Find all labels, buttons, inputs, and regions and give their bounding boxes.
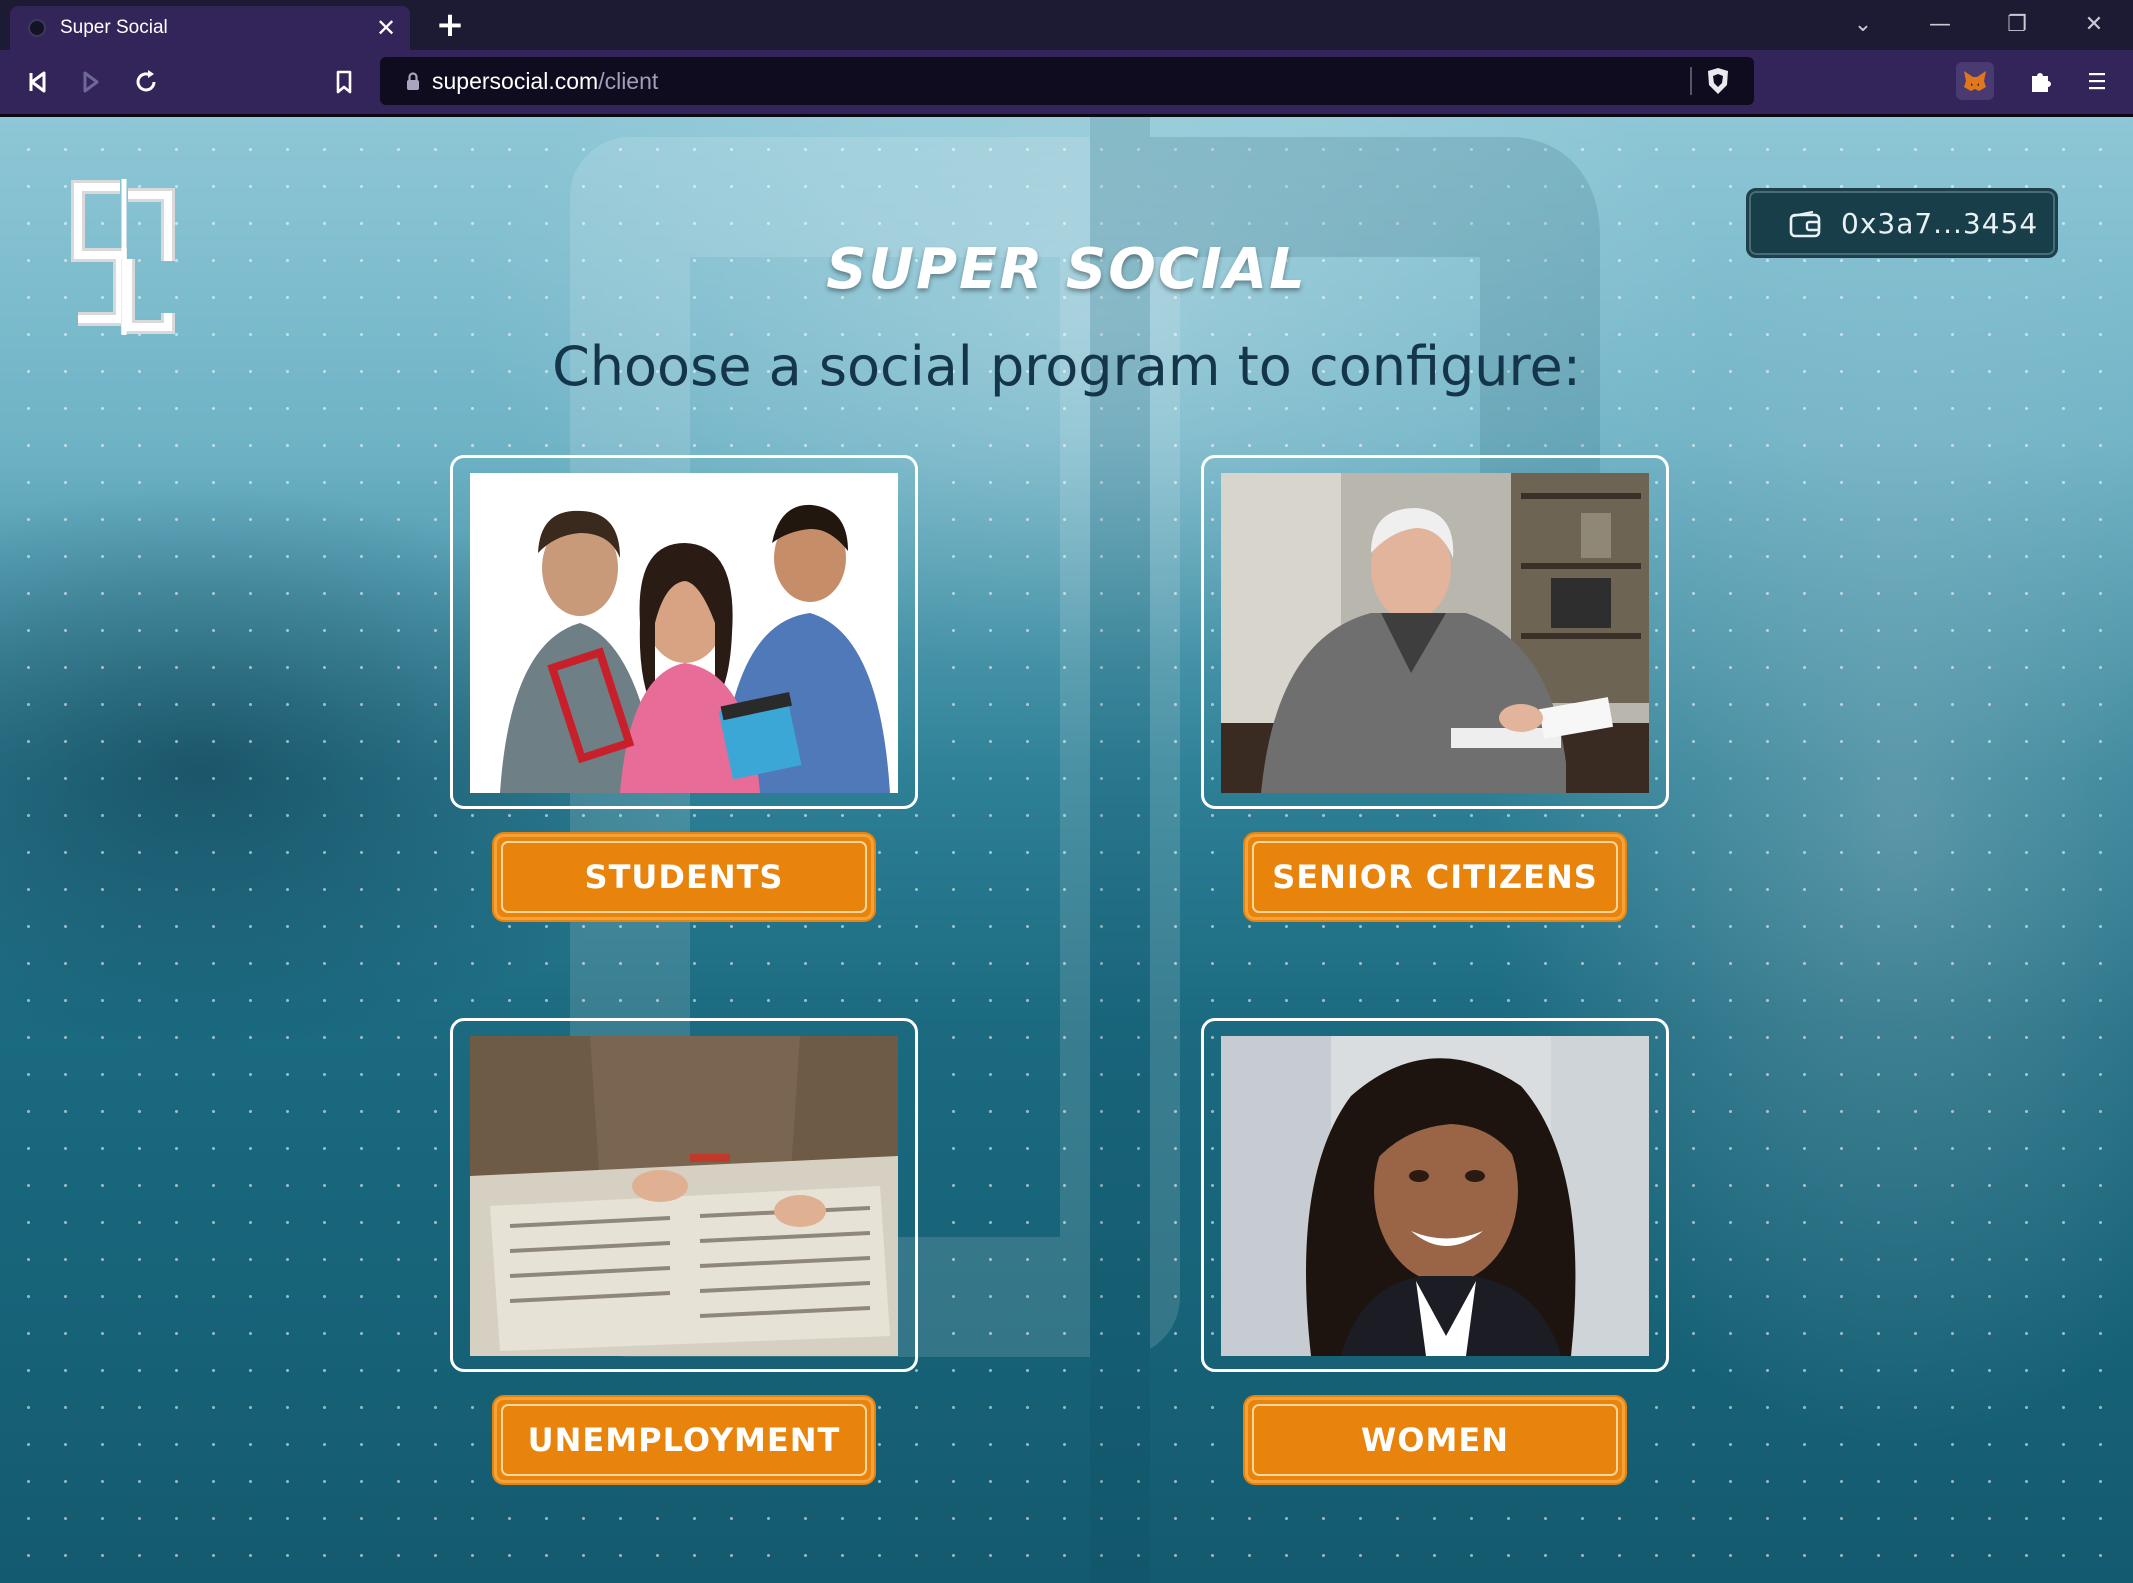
- tab-search-icon[interactable]: ⌄: [1843, 10, 1883, 40]
- forward-icon: [83, 71, 99, 93]
- brave-shields-icon[interactable]: [1702, 65, 1734, 97]
- reload-icon: [136, 70, 156, 92]
- metamask-fox-icon: [1964, 71, 1986, 91]
- reload-button[interactable]: [128, 64, 164, 100]
- students-button[interactable]: STUDENTS: [494, 834, 874, 920]
- program-card-unemployment[interactable]: [450, 1018, 918, 1372]
- forward-button[interactable]: [73, 64, 109, 100]
- women-button[interactable]: WOMEN: [1245, 1397, 1625, 1483]
- extensions-button[interactable]: [2022, 62, 2060, 100]
- program-card-students[interactable]: [450, 455, 918, 809]
- unemployment-button[interactable]: UNEMPLOYMENT: [494, 1397, 874, 1483]
- women-button-label: WOMEN: [1361, 1421, 1509, 1459]
- bookmark-button[interactable]: [326, 64, 362, 100]
- students-button-label: STUDENTS: [584, 858, 784, 896]
- program-card-senior-citizens[interactable]: [1201, 455, 1669, 809]
- url-divider: [1690, 67, 1692, 95]
- browser-tab[interactable]: Super Social ✕: [10, 6, 410, 50]
- puzzle-icon: [2032, 73, 2051, 92]
- url-host: supersocial.com: [432, 68, 599, 94]
- back-icon: [29, 71, 46, 93]
- newspaper-job-ads-photo: [470, 1036, 898, 1356]
- students-photo: [470, 473, 898, 793]
- restore-button[interactable]: ❐: [1997, 10, 2037, 40]
- unemployment-button-label: UNEMPLOYMENT: [527, 1421, 841, 1459]
- minimize-button[interactable]: —: [1920, 10, 1960, 40]
- address-bar[interactable]: supersocial.com/client: [380, 57, 1754, 105]
- tab-title: Super Social: [60, 17, 168, 38]
- senior-citizen-photo: [1221, 473, 1649, 793]
- senior-citizens-button-label: SENIOR CITIZENS: [1272, 858, 1598, 896]
- app-page: 0x3a7...3454 SUPER SOCIAL Choose a socia…: [0, 117, 2133, 1583]
- hamburger-menu-icon: [2089, 73, 2105, 90]
- menu-button[interactable]: [2078, 62, 2116, 100]
- metamask-extension-button[interactable]: [1956, 62, 1994, 100]
- close-window-button[interactable]: ✕: [2074, 10, 2114, 40]
- senior-citizens-button[interactable]: SENIOR CITIZENS: [1245, 834, 1625, 920]
- program-card-women[interactable]: [1201, 1018, 1669, 1372]
- page-subtitle: Choose a social program to configure:: [552, 335, 1581, 398]
- url-text: supersocial.com/client: [432, 68, 658, 95]
- url-path: /client: [598, 68, 659, 94]
- browser-toolbar: supersocial.com/client: [0, 50, 2133, 117]
- lock-icon: [407, 72, 419, 90]
- wallet-icon: [1789, 211, 1821, 238]
- wallet-address: 0x3a7...3454: [1841, 207, 2039, 240]
- new-tab-button[interactable]: +: [432, 8, 468, 42]
- close-tab-icon[interactable]: ✕: [372, 14, 400, 42]
- browser-titlebar: Super Social ✕ + ⌄ — ❐ ✕: [0, 0, 2133, 50]
- woman-portrait-photo: [1221, 1036, 1649, 1356]
- brand-title: SUPER SOCIAL: [826, 237, 1307, 302]
- bookmark-icon: [336, 70, 352, 94]
- back-button[interactable]: [20, 64, 56, 100]
- site-favicon-icon: [28, 19, 46, 37]
